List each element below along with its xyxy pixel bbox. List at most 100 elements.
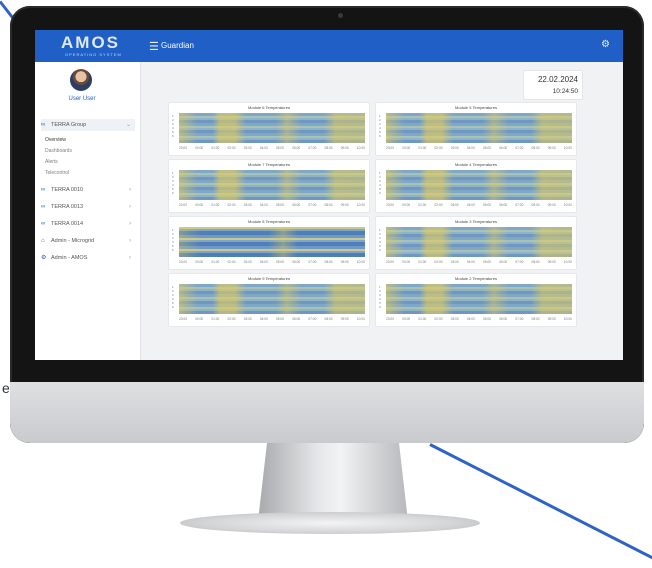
heatmap-plot[interactable] — [386, 284, 572, 314]
heatmap-y-axis: 123456 — [172, 171, 178, 195]
app-logo[interactable]: AMOS — [61, 33, 120, 53]
sidebar-item-admin-amos[interactable]: ⚙ Admin - AMOS › — [41, 252, 135, 264]
sidebar-item-terra-0013[interactable]: ∞ TERRA 0013 › — [41, 201, 135, 213]
x-tick-label: 23:00 — [386, 146, 394, 150]
x-tick-label: 07:00 — [308, 146, 317, 150]
sidebar-item-terra-0010[interactable]: ∞ TERRA 0010 › — [41, 184, 135, 196]
heatmap-x-axis: 23:00 00:00 01:00 02:00 03:00 04:00 05:00 06:00… — [179, 146, 365, 150]
x-tick-label: 03:00 — [450, 317, 459, 321]
x-tick-label: 23:00 — [179, 146, 187, 150]
chevron-down-icon: ⌄ — [125, 122, 131, 128]
x-tick-label: 00:00 — [195, 260, 204, 264]
x-tick-label: 00:00 — [195, 203, 204, 207]
x-tick-label: 09:00 — [340, 317, 349, 321]
heatmap-plot[interactable] — [179, 170, 365, 200]
x-tick-label: 08:00 — [531, 146, 540, 150]
heatmap-plot[interactable] — [386, 227, 572, 257]
monitor-stand — [258, 443, 408, 521]
x-tick-label: 06:00 — [292, 260, 301, 264]
x-tick-label: 10:00 — [563, 203, 572, 207]
heatmap-card: Module 4 Temperatures 1 2 3 4 5 6 23:00 00:00 01:… — [375, 159, 577, 213]
x-tick-label: 05:00 — [276, 146, 285, 150]
x-tick-label: 23:00 — [386, 203, 394, 207]
sidebar-subitem-telecontrol[interactable]: Telecontrol — [45, 168, 69, 178]
heatmap-plot[interactable] — [386, 113, 572, 143]
x-tick-label: 05:00 — [483, 146, 492, 150]
sidebar-subitem-alerts[interactable]: Alerts — [45, 157, 58, 167]
heatmap-y-axis: 123456 — [379, 114, 385, 138]
x-tick-label: 08:00 — [324, 146, 333, 150]
x-tick-label: 02:00 — [227, 260, 236, 264]
x-tick-label: 05:00 — [483, 260, 492, 264]
heatmap-title: Module 4 Temperatures — [455, 162, 497, 167]
x-tick-label: 05:00 — [276, 260, 285, 264]
heatmap-plot[interactable] — [179, 227, 365, 257]
x-tick-label: 05:00 — [483, 317, 492, 321]
x-tick-label: 08:00 — [531, 317, 540, 321]
main-content: 22.02.2024 10:24:50 Module 6 Temperature… — [140, 62, 623, 360]
heatmap-title: Module 5 Temperatures — [455, 105, 497, 110]
x-tick-label: 08:00 — [531, 260, 540, 264]
heatmap-x-axis: 23:00 00:00 01:00 02:00 03:00 04:00 05:00 06:00… — [386, 146, 572, 150]
x-tick-label: 10:00 — [356, 203, 365, 207]
x-tick-label: 06:00 — [499, 260, 508, 264]
x-tick-label: 07:00 — [515, 260, 524, 264]
avatar[interactable] — [70, 69, 92, 91]
heatmap-y-axis: 123456 — [379, 228, 385, 252]
sidebar-item-label: TERRA Group — [51, 122, 87, 128]
heatmap-title: Module 9 Temperatures — [248, 276, 290, 281]
menu-icon[interactable]: ☰ — [149, 40, 159, 53]
x-tick-label: 00:00 — [402, 203, 411, 207]
sidebar-item-admin-microgrid[interactable]: ⌂ Admin - Microgrid › — [41, 235, 135, 247]
x-tick-label: 02:00 — [434, 203, 443, 207]
x-tick-label: 05:00 — [276, 317, 285, 321]
x-tick-label: 23:00 — [179, 260, 187, 264]
x-tick-label: 06:00 — [499, 203, 508, 207]
x-tick-label: 09:00 — [340, 203, 349, 207]
heatmap-plot[interactable] — [179, 113, 365, 143]
x-tick-label: 05:00 — [483, 203, 492, 207]
user-name[interactable]: User User — [35, 96, 129, 102]
heatmap-plot[interactable] — [386, 170, 572, 200]
heatmap-title: Module 6 Temperatures — [248, 105, 290, 110]
x-tick-label: 10:00 — [356, 317, 365, 321]
x-tick-label: 04:00 — [259, 260, 268, 264]
heatmap-card: Module 6 Temperatures 1 2 3 4 5 6 23:00 00:00 01:… — [168, 102, 370, 156]
x-tick-label: 05:00 — [276, 203, 285, 207]
heatmap-y-axis: 123456 — [172, 114, 178, 138]
sidebar-subitem-dashboards[interactable]: Dashboards — [45, 146, 72, 156]
heatmap-title: Module 8 Temperatures — [248, 219, 290, 224]
x-tick-label: 02:00 — [227, 146, 236, 150]
x-tick-label: 04:00 — [259, 317, 268, 321]
heatmap-card: Module 9 Temperatures 1 2 3 4 5 6 23:00 00:00 01:… — [168, 273, 370, 327]
gear-icon[interactable]: ⚙ — [601, 39, 610, 50]
x-tick-label: 10:00 — [563, 146, 572, 150]
chevron-right-icon: › — [129, 221, 131, 227]
heatmap-card: Module 8 Temperatures 1 2 3 4 5 6 23:00 00:00 01:… — [168, 216, 370, 270]
x-tick-label: 01:00 — [418, 203, 427, 207]
x-tick-label: 09:00 — [547, 146, 556, 150]
heatmap-x-axis: 23:00 00:00 01:00 02:00 03:00 04:00 05:00 06:00… — [179, 260, 365, 264]
sidebar-item-terra-group[interactable]: ∞ TERRA Group ⌄ — [41, 119, 135, 131]
link-icon: ∞ — [41, 122, 46, 128]
heatmap-card: Module 5 Temperatures 1 2 3 4 5 6 23:00 00:00 01:… — [375, 102, 577, 156]
heatmap-plot[interactable] — [179, 284, 365, 314]
y-tick-label: 6 — [172, 305, 174, 309]
x-tick-label: 01:00 — [211, 203, 220, 207]
x-tick-label: 07:00 — [515, 146, 524, 150]
x-tick-label: 09:00 — [340, 146, 349, 150]
heatmap-title: Module 2 Temperatures — [455, 276, 497, 281]
y-tick-label: 6 — [379, 191, 381, 195]
x-tick-label: 06:00 — [292, 203, 301, 207]
x-tick-label: 04:00 — [466, 260, 475, 264]
x-tick-label: 08:00 — [324, 260, 333, 264]
chevron-right-icon: › — [129, 204, 131, 210]
x-tick-label: 01:00 — [211, 317, 220, 321]
sidebar-item-terra-0014[interactable]: ∞ TERRA 0014 › — [41, 218, 135, 230]
heatmap-x-axis: 23:00 00:00 01:00 02:00 03:00 04:00 05:00 06:00… — [179, 317, 365, 321]
y-tick-label: 6 — [379, 248, 381, 252]
sidebar-subitem-overview[interactable]: Overview — [45, 135, 66, 145]
y-tick-label: 6 — [172, 191, 174, 195]
stray-text: e — [2, 380, 10, 396]
x-tick-label: 06:00 — [292, 146, 301, 150]
